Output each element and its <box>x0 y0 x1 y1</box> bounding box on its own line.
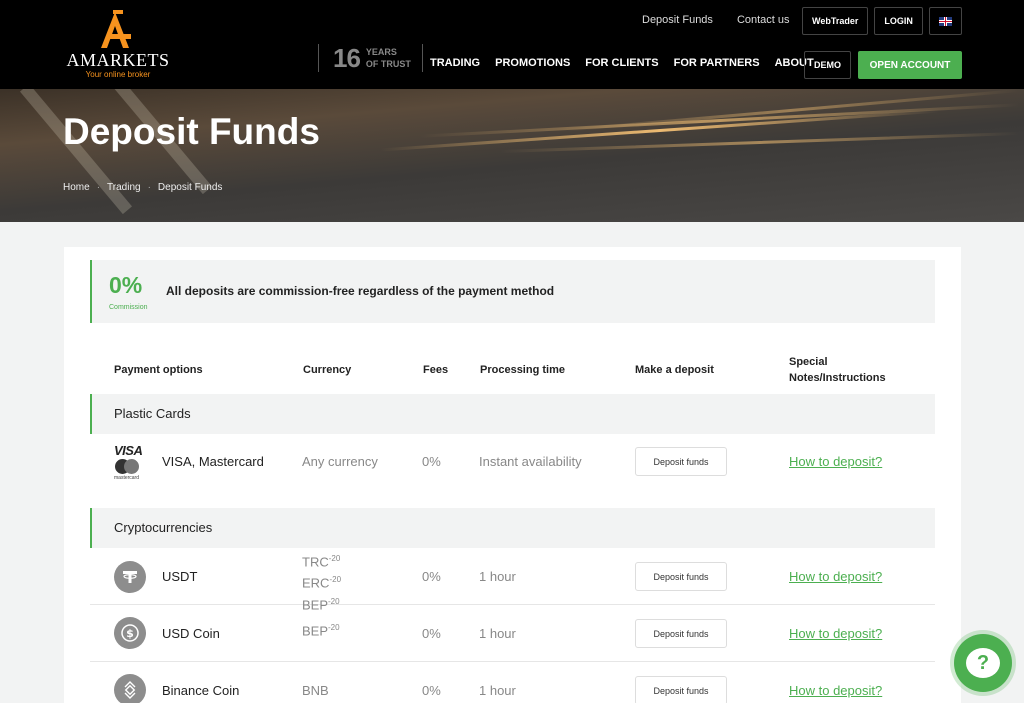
column-header-fees: Fees <box>423 364 449 376</box>
fees: 0% <box>422 683 441 698</box>
column-header-payment-options: Payment options <box>114 364 203 376</box>
fees: 0% <box>422 569 441 584</box>
deposit-funds-button[interactable]: Deposit funds <box>635 676 727 703</box>
column-header-currency: Currency <box>303 364 352 376</box>
nav-for-clients[interactable]: FOR CLIENTS <box>585 57 658 69</box>
currency-network: TRC <box>302 554 329 570</box>
payment-name: USDT <box>162 569 198 584</box>
payment-name: VISA, Mastercard <box>162 454 264 469</box>
breadcrumb-separator: · <box>96 182 101 193</box>
mastercard-icon <box>114 459 150 474</box>
deposit-funds-button[interactable]: Deposit funds <box>635 619 727 648</box>
processing-time: Instant availability <box>479 454 582 469</box>
nav-divider <box>422 44 423 72</box>
usd-coin-icon: $ <box>114 617 146 649</box>
years-label-line2: OF TRUST <box>365 59 411 69</box>
deposit-methods-card: 0% Commission All deposits are commissio… <box>64 247 961 703</box>
nav-trading[interactable]: TRADING <box>430 57 480 69</box>
breadcrumb-separator: · <box>147 182 151 193</box>
tether-icon <box>114 561 146 593</box>
language-selector[interactable] <box>928 7 962 35</box>
processing-time: 1 hour <box>479 569 516 584</box>
table-row: USDT TRC-20 ERC-20 BEP-20 0% 1 hour Depo… <box>90 548 935 612</box>
open-account-button[interactable]: OPEN ACCOUNT <box>858 51 962 79</box>
binance-coin-icon <box>114 674 146 703</box>
fees: 0% <box>422 626 441 641</box>
column-header-make-deposit: Make a deposit <box>635 364 714 376</box>
table-row: VISA mastercard VISA, Mastercard Any cur… <box>90 434 935 508</box>
breadcrumb-home[interactable]: Home <box>63 182 90 193</box>
processing-time: 1 hour <box>479 683 516 698</box>
demo-button[interactable]: DEMO <box>804 51 851 79</box>
deposit-funds-button[interactable]: Deposit funds <box>635 447 727 476</box>
currency: BEP-20 <box>302 623 340 638</box>
top-actions: WebTrader LOGIN <box>802 7 962 35</box>
how-to-deposit-link[interactable]: How to deposit? <box>789 454 882 469</box>
commission-value: 0% <box>109 272 143 298</box>
chat-help-icon: ? <box>966 648 1000 678</box>
hero-light-streak <box>420 103 1020 138</box>
logo-a-icon <box>101 10 131 48</box>
table-row: $ USD Coin BEP-20 0% 1 hour Deposit fund… <box>90 605 935 662</box>
section-title: Plastic Cards <box>114 406 191 421</box>
currency: Any currency <box>302 454 378 469</box>
how-to-deposit-link[interactable]: How to deposit? <box>789 683 882 698</box>
webtrader-button[interactable]: WebTrader <box>802 7 869 35</box>
section-cryptocurrencies: Cryptocurrencies <box>90 508 935 548</box>
commission-banner: 0% Commission All deposits are commissio… <box>90 260 935 323</box>
years-number: 16 <box>333 42 361 73</box>
breadcrumb-trading[interactable]: Trading <box>107 182 141 193</box>
visa-mastercard-logo: VISA mastercard <box>114 443 150 481</box>
top-link-deposit-funds[interactable]: Deposit Funds <box>642 14 713 26</box>
column-header-special-notes: Special Notes/Instructions <box>789 356 886 384</box>
fees: 0% <box>422 454 441 469</box>
amarkets-logo[interactable]: AMARKETS Your online broker <box>63 10 173 80</box>
brand-tagline: Your online broker <box>85 70 151 79</box>
nav-promotions[interactable]: PROMOTIONS <box>495 57 570 69</box>
top-links: Deposit Funds Contact us <box>642 14 814 26</box>
how-to-deposit-link[interactable]: How to deposit? <box>789 569 882 584</box>
currency: BNB <box>302 683 329 698</box>
visa-logo-text: VISA <box>114 443 143 458</box>
currency-network: ERC <box>302 575 330 591</box>
page-title: Deposit Funds <box>63 111 320 152</box>
hero-banner: Deposit Funds Home · Trading · Deposit F… <box>0 89 1024 222</box>
nav-for-partners[interactable]: FOR PARTNERS <box>674 57 760 69</box>
currency-network-suffix: -20 <box>328 623 340 632</box>
payment-name: USD Coin <box>162 626 220 641</box>
main-nav: TRADING PROMOTIONS FOR CLIENTS FOR PARTN… <box>430 57 829 69</box>
brand-name: AMARKETS <box>66 50 170 70</box>
table-row: Binance Coin BNB 0% 1 hour Deposit funds… <box>90 662 935 703</box>
breadcrumb-current: Deposit Funds <box>157 182 223 193</box>
processing-time: 1 hour <box>479 626 516 641</box>
commission-label: Commission <box>109 304 148 311</box>
svg-text:$: $ <box>126 627 134 640</box>
chat-help-button[interactable]: ? <box>954 634 1012 692</box>
currency-network: BEP <box>302 623 329 639</box>
section-plastic-cards: Plastic Cards <box>90 394 935 434</box>
currency-network-suffix: -20 <box>328 554 341 563</box>
site-header: AMARKETS Your online broker Deposit Fund… <box>0 0 1024 89</box>
hero-light-streak <box>560 89 1020 133</box>
currency-network-suffix: -20 <box>329 575 342 585</box>
login-button[interactable]: LOGIN <box>874 7 923 35</box>
top-link-contact-us[interactable]: Contact us <box>737 14 790 26</box>
column-header-processing-time: Processing time <box>480 364 565 376</box>
deposit-funds-button[interactable]: Deposit funds <box>635 562 727 591</box>
mastercard-logo-text: mastercard <box>114 475 140 481</box>
uk-flag-icon <box>938 16 952 26</box>
section-title: Cryptocurrencies <box>114 520 213 535</box>
commission-text: All deposits are commission-free regardl… <box>166 284 555 298</box>
payment-name: Binance Coin <box>162 683 240 698</box>
how-to-deposit-link[interactable]: How to deposit? <box>789 626 882 641</box>
years-of-trust: 16 YEARS OF TRUST <box>318 42 411 73</box>
years-label-line1: YEARS <box>365 47 397 57</box>
breadcrumb: Home · Trading · Deposit Funds <box>63 182 222 193</box>
